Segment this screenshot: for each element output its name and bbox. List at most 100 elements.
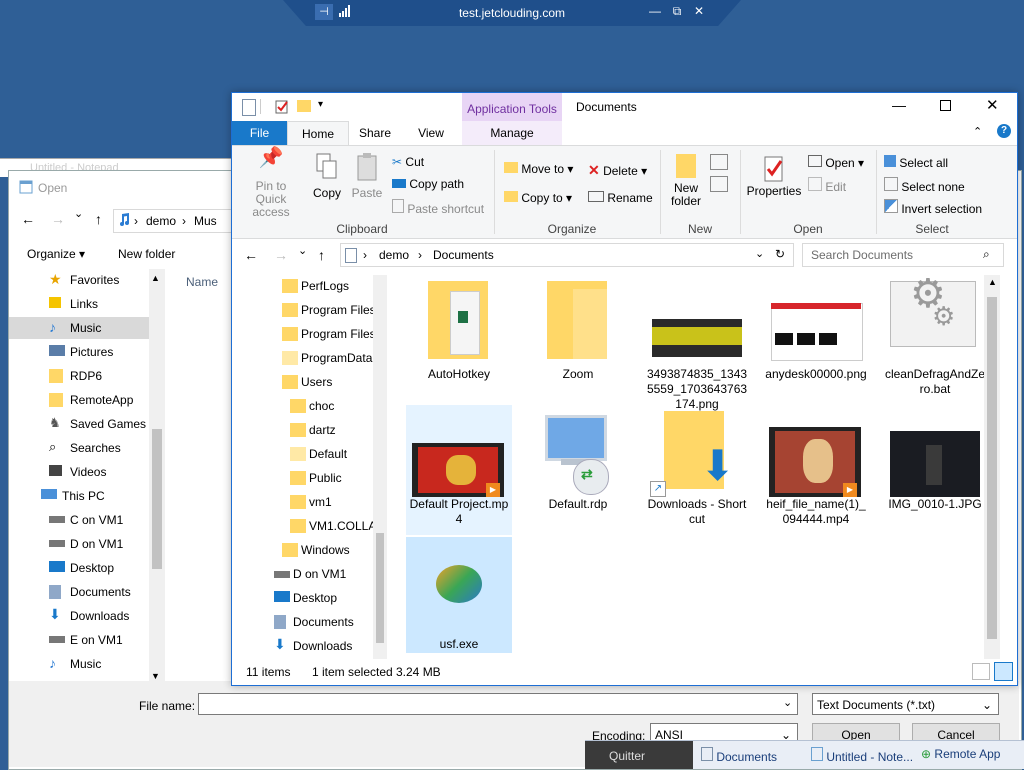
file-item[interactable]: Zoom [525,275,631,382]
file-item[interactable]: ▶ heif_file_name(1)_094444.mp4 [763,405,869,527]
tree-item-videos[interactable]: Videos [9,461,149,483]
nav-item[interactable]: Users [232,371,387,393]
customize-toolbar-icon[interactable]: ▾ [318,99,323,110]
properties-button[interactable]: Properties [746,154,802,198]
paste-button[interactable]: Paste [350,152,384,200]
nav-item[interactable]: Desktop [232,587,387,609]
open-menu-button[interactable]: Open ▾ [808,155,864,170]
chevron-down-icon[interactable]: ⌄ [783,696,792,709]
new-folder-icon[interactable] [297,100,311,112]
tree-item-e-on-vm1[interactable]: E on VM1 [9,629,149,651]
scroll-thumb[interactable] [987,297,997,639]
delete-button[interactable]: ✕ Delete ▾ [588,162,647,179]
file-item[interactable]: ⚙ ⚙ cleanDefragAndZero.bat [882,275,988,397]
file-item[interactable]: ▶ Default Project.mp4 [406,405,512,535]
scroll-thumb[interactable] [152,429,162,569]
tree-item-d-on-vm1[interactable]: D on VM1 [9,533,149,555]
tree-item-links[interactable]: Links [9,293,149,315]
file-item[interactable]: AutoHotkey [406,275,512,382]
remote-close-button[interactable]: ✕ [691,4,707,18]
remote-restore-button[interactable]: ⧉ [669,4,685,19]
scroll-thumb[interactable] [376,533,384,643]
minimize-button[interactable]: — [892,97,906,113]
scroll-up-icon[interactable]: ▲ [988,277,997,287]
tree-item-music[interactable]: ♪ Music [9,317,149,339]
remote-minimize-button[interactable]: — [647,4,663,18]
select-all-button[interactable]: Select all [884,155,948,170]
tab-home[interactable]: Home [287,121,349,147]
rename-button[interactable]: Rename [588,191,653,205]
nav-item[interactable]: ProgramData [232,347,387,369]
nav-item[interactable]: vm1 [232,491,387,513]
nav-item[interactable]: choc [232,395,387,417]
scroll-up-icon[interactable]: ▲ [151,273,160,283]
back-arrow-icon[interactable]: ← [21,211,35,227]
close-button[interactable]: ✕ [986,96,999,114]
address-segment[interactable]: Documents [433,248,494,262]
path-segment[interactable]: Mus [194,214,217,228]
copy-to-button[interactable]: Copy to ▾ [504,191,572,205]
paste-shortcut-button[interactable]: Paste shortcut [392,199,484,216]
select-none-button[interactable]: Select none [884,177,965,194]
column-header-name[interactable]: Name [186,275,218,289]
file-item[interactable]: anydesk00000.png [763,275,869,382]
forward-arrow-icon[interactable]: → [274,247,288,263]
dropdown-icon[interactable]: ⌄ [74,207,83,220]
nav-item[interactable]: Windows [232,539,387,561]
tab-manage[interactable]: Manage [462,121,562,145]
organize-button[interactable]: Organize ▾ [27,247,85,261]
taskbar-item-quitter[interactable]: Quitter [585,741,693,769]
nav-item[interactable]: PerfLogs [232,275,387,297]
search-box[interactable]: Search Documents ⌕ [802,243,1004,267]
pin-to-quick-access-button[interactable]: 📌 Pin to Quick access [240,148,302,219]
recent-locations-icon[interactable]: ⌄ [298,244,307,257]
tree-item-remoteapp[interactable]: RemoteApp [9,389,149,411]
taskbar-item-documents[interactable]: Documents [701,747,777,764]
file-name-input[interactable] [198,693,798,715]
nav-tree-scrollbar[interactable] [373,275,387,659]
tree-item-desktop[interactable]: Desktop [9,557,149,579]
tab-share[interactable]: Share [350,121,400,145]
address-segment[interactable]: demo [379,248,409,262]
chevron-down-icon[interactable]: ⌄ [755,247,764,260]
nav-item[interactable]: D on VM1 [232,563,387,585]
large-icons-view-icon[interactable] [994,662,1013,681]
nav-item[interactable]: dartz [232,419,387,441]
nav-item[interactable]: Documents [232,611,387,633]
edit-button[interactable]: Edit [808,177,846,194]
document-icon[interactable] [242,99,256,116]
tree-item-downloads[interactable]: ⬇ Downloads [9,605,149,627]
nav-item[interactable]: VM1.COLLA [232,515,387,537]
file-item[interactable]: ⬇ ↗ Downloads - Shortcut [644,405,750,527]
easy-access-icon[interactable] [710,176,728,192]
back-arrow-icon[interactable]: ← [244,247,258,263]
scroll-down-icon[interactable]: ▼ [151,671,160,681]
tree-item-searches[interactable]: ⌕ Searches [9,437,149,459]
content-scrollbar[interactable]: ▲ [984,275,1000,659]
path-segment[interactable]: demo [146,214,176,228]
nav-item[interactable]: ⬇ Downloads [232,635,387,657]
taskbar-item-notepad[interactable]: Untitled - Note... [811,747,913,764]
new-folder-button[interactable]: New folder [118,247,175,261]
cut-button[interactable]: ✂ Cut [392,155,424,169]
taskbar-item-remote-app[interactable]: ⊕ Remote App [921,747,1000,761]
tree-item-music-2[interactable]: ♪ Music [9,653,149,675]
tree-item-saved-games[interactable]: ♞ Saved Games [9,413,149,435]
collapse-ribbon-icon[interactable]: ⌃ [973,125,982,138]
new-folder-button[interactable]: New folder [666,154,706,208]
up-arrow-icon[interactable]: ↑ [95,211,102,227]
open-tree-scrollbar[interactable]: ▲ ▼ [149,269,165,687]
tree-item-favorites[interactable]: ★ Favorites [9,269,149,291]
move-to-button[interactable]: Move to ▾ [504,162,573,176]
file-item[interactable]: IMG_0010-1.JPG [882,405,988,512]
maximize-button[interactable] [940,100,951,111]
new-item-icon[interactable] [710,154,728,170]
tab-view[interactable]: View [406,121,456,145]
nav-item[interactable]: Program Files [232,299,387,321]
copy-path-button[interactable]: Copy path [392,177,464,191]
file-type-select[interactable]: Text Documents (*.txt) ⌄ [812,693,999,715]
tree-item-rdp6[interactable]: RDP6 [9,365,149,387]
tree-item-documents[interactable]: Documents [9,581,149,603]
tree-item-this-pc[interactable]: This PC [1,485,141,507]
invert-selection-button[interactable]: Invert selection [884,199,982,216]
